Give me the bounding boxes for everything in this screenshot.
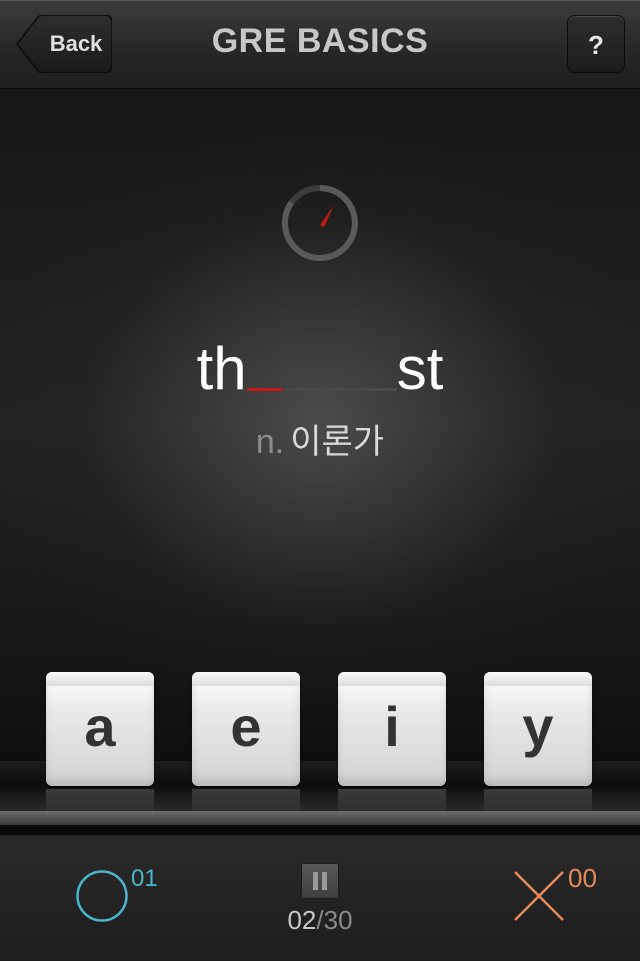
key-letter: y [522, 695, 554, 758]
total-questions: 30 [323, 905, 353, 935]
key-reflection [484, 789, 592, 817]
key-letter: i [384, 695, 400, 758]
help-button-label: ? [588, 30, 604, 60]
page-title: GRE BASICS [211, 22, 429, 60]
key-reflection [46, 789, 154, 817]
key-reflection [192, 789, 300, 817]
letter-blank [322, 388, 359, 391]
correct-count: 01 [131, 865, 158, 892]
key-top [46, 672, 154, 686]
current-question: 02 [287, 905, 317, 935]
pause-icon [313, 872, 318, 890]
word-definition: n. 이론가 [0, 414, 640, 463]
navigation-bar: Back GRE BASICS ? [0, 0, 640, 89]
letter-blank [360, 388, 397, 391]
score-bar: 01 02/30 00 [0, 834, 640, 961]
wrong-count: 00 [568, 863, 597, 893]
key-top [338, 672, 446, 686]
word-suffix: st [396, 335, 444, 402]
progress-separator: / [316, 905, 324, 935]
pause-icon [322, 872, 327, 890]
help-button[interactable]: ? [567, 15, 625, 73]
letter-blank [284, 388, 321, 391]
pause-button[interactable] [301, 863, 339, 899]
key-letter: e [230, 695, 262, 758]
letter-key-y[interactable]: y [484, 672, 592, 786]
part-of-speech: n. [255, 423, 285, 461]
cross-icon [514, 871, 564, 921]
letter-key-a[interactable]: a [46, 672, 154, 786]
word-puzzle: th st [0, 331, 640, 401]
word-prefix: th [196, 335, 247, 402]
key-top [484, 672, 592, 686]
letter-blank-active [246, 388, 283, 391]
stopwatch-icon [281, 185, 358, 261]
letter-key-i[interactable]: i [338, 672, 446, 786]
key-letter: a [84, 695, 116, 758]
quiz-area: th st n. 이론가 a e i y [0, 89, 640, 834]
key-reflection [338, 789, 446, 817]
word-meaning: 이론가 [290, 423, 385, 461]
key-top [192, 672, 300, 686]
letter-key-e[interactable]: e [192, 672, 300, 786]
